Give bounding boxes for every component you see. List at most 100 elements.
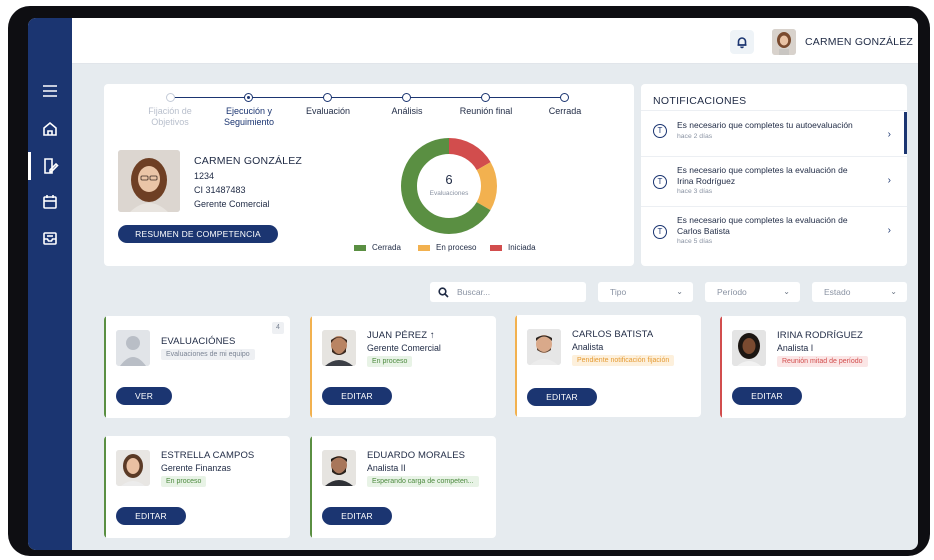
step-label-cerrada[interactable]: Cerrada	[535, 106, 595, 117]
donut-total: 6	[445, 172, 453, 187]
step-dot-6	[560, 93, 569, 102]
profile-name: CARMEN GONZÁLEZ	[194, 155, 303, 167]
employee-role: Analista II	[367, 463, 406, 473]
team-evaluations-card[interactable]: 4 EVALUACIÓNES Evaluaciones de mi equipo…	[104, 316, 290, 418]
employee-name: IRINA RODRÍGUEZ	[777, 330, 863, 341]
bell-icon[interactable]	[730, 30, 754, 54]
chevron-right-icon: ›	[887, 129, 891, 140]
employee-role: Gerente Finanzas	[161, 463, 231, 473]
employee-photo	[732, 330, 766, 366]
user-name[interactable]: CARMEN GONZÁLEZ	[805, 36, 913, 48]
card-accent-bar	[720, 316, 722, 418]
editar-button[interactable]: EDITAR	[322, 387, 392, 405]
editar-button[interactable]: EDITAR	[116, 507, 186, 525]
notifications-title: NOTIFICACIONES	[653, 95, 747, 107]
profile-ci: CI 31487483	[194, 185, 246, 195]
editar-button[interactable]: EDITAR	[322, 507, 392, 525]
status-badge: En proceso	[367, 356, 413, 367]
employee-card[interactable]: CARLOS BATISTA Analista Pendiente notifi…	[515, 315, 701, 417]
card-title: EVALUACIÓNES	[161, 336, 236, 347]
employee-role: Gerente Comercial	[367, 343, 441, 353]
avatar[interactable]	[772, 29, 796, 55]
employee-card[interactable]: IRINA RODRÍGUEZ Analista I Reunión mitad…	[720, 316, 906, 418]
employee-photo	[116, 450, 150, 486]
legend-swatch-cerrada	[354, 244, 366, 251]
legend-swatch-iniciada	[490, 244, 502, 251]
legend-cerrada: Cerrada	[354, 243, 401, 252]
search-input[interactable]: Buscar...	[430, 282, 586, 302]
tipo-select[interactable]: Tipo ⌄	[598, 282, 693, 302]
employee-name: CARLOS BATISTA	[572, 329, 654, 340]
status-badge: Esperando carga de competen...	[367, 476, 479, 487]
step-dot-3	[323, 93, 332, 102]
card-accent-bar	[310, 316, 312, 418]
step-label-reunion-final[interactable]: Reunión final	[452, 106, 520, 117]
card-accent-bar	[310, 436, 312, 538]
periodo-select[interactable]: Período ⌄	[705, 282, 800, 302]
calendar-icon[interactable]	[35, 187, 65, 217]
step-label-ejecucion[interactable]: Ejecución y Seguimiento	[217, 106, 281, 128]
employee-role: Analista	[572, 342, 604, 352]
legend-en-proceso: En proceso	[418, 243, 476, 252]
step-label-evaluacion[interactable]: Evaluación	[298, 106, 358, 117]
step-label-fijacion[interactable]: Fijación de Objetivos	[140, 106, 200, 128]
step-label-analisis[interactable]: Análisis	[377, 106, 437, 117]
employee-card[interactable]: JUAN PÉREZ ↑ Gerente Comercial En proces…	[310, 316, 496, 418]
employee-name: JUAN PÉREZ ↑	[367, 330, 435, 341]
step-dot-2	[244, 93, 253, 102]
editar-button[interactable]: EDITAR	[527, 388, 597, 406]
tablet-frame: CARMEN GONZÁLEZ ⌄ Fijación de Objetivos E…	[8, 6, 930, 556]
sidebar	[28, 18, 72, 550]
status-badge: Pendiente notificación fijación	[572, 355, 675, 366]
employee-photo	[322, 450, 356, 486]
card-accent-bar	[104, 436, 106, 538]
status-badge: En proceso	[161, 476, 207, 487]
chevron-down-icon[interactable]: ⌄	[898, 35, 906, 46]
employee-name: ESTRELLA CAMPOS	[161, 450, 255, 461]
employee-card[interactable]: ESTRELLA CAMPOS Gerente Finanzas En proc…	[104, 436, 290, 538]
status-badge: Evaluaciones de mi equipo	[161, 349, 255, 360]
donut-caption: Evaluaciones	[429, 190, 469, 197]
employee-card[interactable]: EDUARDO MORALES Analista II Esperando ca…	[310, 436, 496, 538]
estado-select[interactable]: Estado ⌄	[812, 282, 907, 302]
step-dot-4	[402, 93, 411, 102]
home-icon[interactable]	[35, 114, 65, 144]
edit-document-icon[interactable]	[35, 151, 65, 181]
profile-photo	[118, 150, 180, 212]
resumen-competencia-button[interactable]: RESUMEN DE COMPETENCIA	[118, 225, 278, 243]
placeholder-avatar-icon	[116, 330, 150, 366]
notification-text: Es necesario que completes la evaluación…	[677, 215, 848, 236]
sidebar-active-indicator	[28, 152, 31, 180]
profile-role: Gerente Comercial	[194, 199, 270, 209]
notification-icon: T	[653, 124, 667, 138]
card-accent-bar	[515, 315, 517, 417]
top-bar: CARMEN GONZÁLEZ ⌄	[72, 18, 918, 64]
inbox-icon[interactable]	[35, 223, 65, 253]
notification-item[interactable]: T Es necesario que completes tu autoeval…	[641, 110, 907, 160]
chevron-down-icon: ⌄	[676, 287, 683, 296]
chevron-down-icon: ⌄	[890, 287, 897, 296]
notification-item[interactable]: T Es necesario que completes la evaluaci…	[641, 156, 907, 206]
status-badge: Reunión mitad de período	[777, 356, 868, 367]
chevron-down-icon: ⌄	[783, 287, 790, 296]
legend-swatch-en-proceso	[418, 244, 430, 251]
notification-time: hace 2 días	[677, 133, 713, 140]
notifications-panel: NOTIFICACIONES T Es necesario que comple…	[641, 84, 907, 266]
app-screen: CARMEN GONZÁLEZ ⌄ Fijación de Objetivos E…	[28, 18, 918, 550]
chevron-right-icon: ›	[887, 225, 891, 236]
step-dot-5	[481, 93, 490, 102]
employee-role: Analista I	[777, 343, 814, 353]
employee-photo	[322, 330, 356, 366]
notification-time: hace 5 días	[677, 238, 713, 245]
editar-button[interactable]: EDITAR	[732, 387, 802, 405]
notification-text: Es necesario que completes la evaluación…	[677, 165, 848, 186]
notification-icon: T	[653, 175, 667, 189]
card-accent-bar	[104, 316, 106, 418]
notification-text: Es necesario que completes tu autoevalua…	[677, 120, 853, 130]
notification-icon: T	[653, 225, 667, 239]
notification-item[interactable]: T Es necesario que completes la evaluaci…	[641, 206, 907, 256]
evaluation-process-card: Fijación de Objetivos Ejecución y Seguimie…	[104, 84, 634, 266]
ver-button[interactable]: VER	[116, 387, 172, 405]
profile-id: 1234	[194, 171, 215, 181]
menu-icon[interactable]	[35, 76, 65, 106]
